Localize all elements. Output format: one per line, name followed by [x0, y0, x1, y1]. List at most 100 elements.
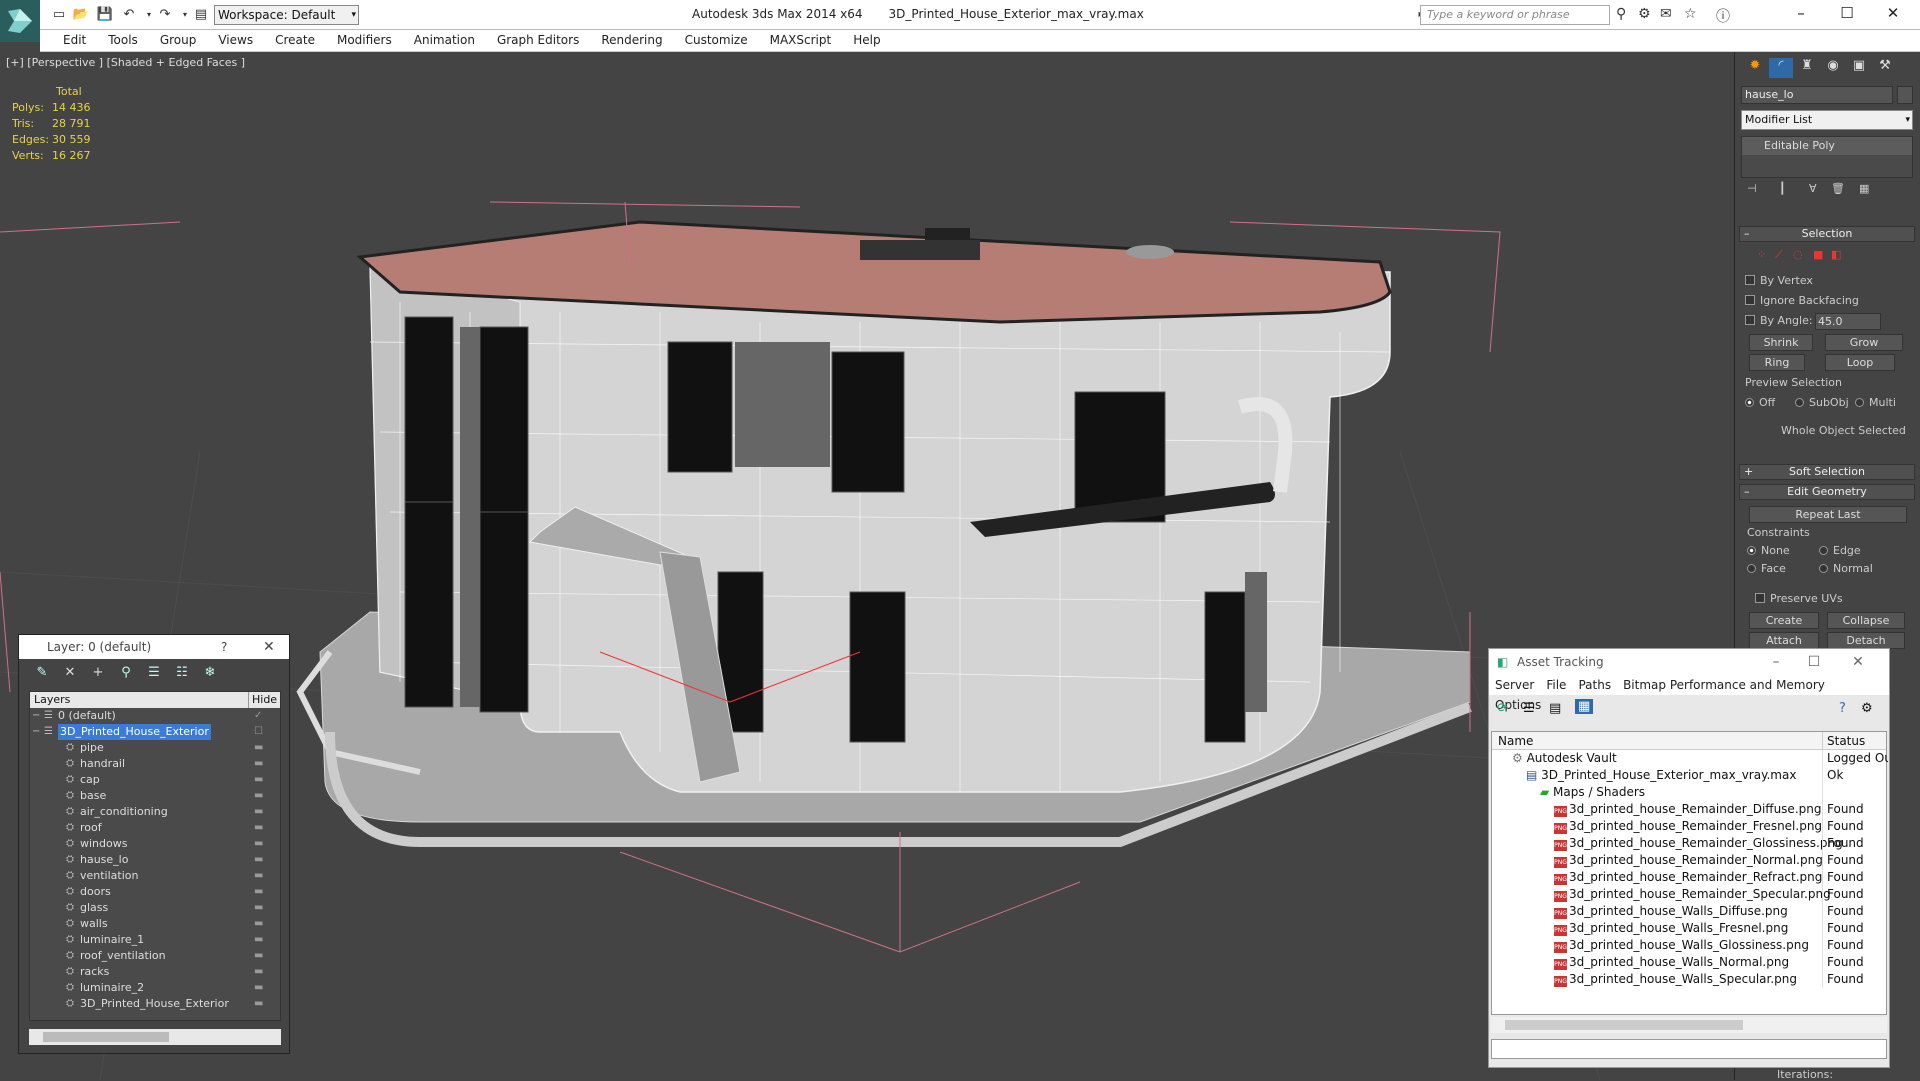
layer-row[interactable]: ⛭ glass ▬ — [30, 900, 280, 916]
detach-button[interactable]: Detach — [1827, 632, 1905, 649]
hide-toggle[interactable]: ▬ — [254, 868, 263, 884]
preserve-uvs-checkbox[interactable]: Preserve UVs — [1755, 592, 1843, 605]
minimize-button[interactable]: – — [1761, 649, 1791, 675]
remove-modifier-icon[interactable]: 🗑 — [1831, 182, 1845, 195]
layer-row[interactable]: ⛭ luminaire_2 ▬ — [30, 980, 280, 996]
angle-spinner[interactable]: 45.0 — [1815, 313, 1881, 330]
viewport-label[interactable]: [+] [Perspective ] [Shaded + Edged Faces… — [6, 56, 245, 69]
freeze-all-icon[interactable]: ❄ — [201, 665, 219, 683]
scroll-thumb[interactable] — [43, 1032, 169, 1042]
configure-sets-icon[interactable]: ▦ — [1859, 182, 1869, 195]
help-icon[interactable]: ? — [1839, 701, 1846, 716]
asset-row[interactable]: PNG 3d_printed_house_Walls_Fresnel.png Fou… — [1492, 920, 1886, 937]
new-file-icon[interactable]: ▭ — [50, 6, 68, 24]
layer-row[interactable]: ⛭ base ▬ — [30, 788, 280, 804]
layer-row[interactable]: ⛭ handrail ▬ — [30, 756, 280, 772]
edge-subobj-icon[interactable]: ⟋ — [1775, 248, 1783, 262]
workspace-select[interactable]: Workspace: Default ▾ — [214, 5, 359, 25]
asset-row[interactable]: PNG 3d_printed_house_Walls_Glossiness.png… — [1492, 937, 1886, 954]
maximize-button[interactable]: ☐ — [1799, 649, 1829, 675]
subscription-icon[interactable]: ⚙ — [1638, 6, 1651, 22]
menu-group[interactable]: Group — [149, 30, 208, 50]
hide-toggle[interactable]: ▬ — [254, 964, 263, 980]
help-icon[interactable]: ⓘ — [1716, 6, 1730, 26]
name-column-header[interactable]: Name — [1498, 732, 1533, 750]
hide-toggle[interactable]: ▬ — [254, 900, 263, 916]
collapse-icon[interactable]: − — [32, 708, 40, 724]
hide-toggle[interactable]: ▬ — [254, 740, 263, 756]
create-button[interactable]: Create — [1749, 612, 1819, 629]
minimize-button[interactable]: – — [1778, 0, 1824, 28]
grow-button[interactable]: Grow — [1825, 334, 1903, 351]
layers-column-header[interactable]: Layers — [30, 693, 70, 706]
create-tab-icon[interactable]: ✹ — [1743, 58, 1767, 78]
asset-row[interactable]: PNG 3d_printed_house_Remainder_Glossiness… — [1492, 835, 1886, 852]
hide-toggle[interactable]: ▬ — [254, 756, 263, 772]
menu-help[interactable]: Help — [842, 30, 891, 50]
close-button[interactable]: ✕ — [1843, 649, 1873, 675]
layer-row[interactable]: ⛭ air_conditioning ▬ — [30, 804, 280, 820]
add-to-layer-icon[interactable]: + — [89, 665, 107, 683]
asset-menu-server[interactable]: Server — [1489, 675, 1540, 695]
layer-horizontal-scrollbar[interactable] — [29, 1029, 281, 1045]
layer-window-title[interactable]: Layer: 0 (default) ? ✕ — [19, 635, 289, 659]
undo-icon[interactable]: ↶ — [120, 6, 138, 24]
repeat-last-button[interactable]: Repeat Last — [1749, 506, 1907, 523]
layer-row[interactable]: ⛭ roof_ventilation ▬ — [30, 948, 280, 964]
app-logo-icon[interactable] — [0, 0, 40, 42]
asset-row[interactable]: PNG 3d_printed_house_Remainder_Diffuse.pn… — [1492, 801, 1886, 818]
asset-row[interactable]: PNG 3d_printed_house_Walls_Diffuse.png Fou… — [1492, 903, 1886, 920]
hierarchy-tab-icon[interactable]: ♜ — [1795, 58, 1819, 78]
motion-tab-icon[interactable]: ◉ — [1821, 58, 1845, 78]
close-button[interactable]: ✕ — [1870, 0, 1916, 28]
layer-row[interactable]: ⛭ roof ▬ — [30, 820, 280, 836]
asset-window-title[interactable]: ◧ Asset Tracking – ☐ ✕ — [1489, 649, 1889, 675]
help-icon[interactable]: ? — [221, 635, 227, 659]
ring-button[interactable]: Ring — [1749, 354, 1805, 371]
menu-tools[interactable]: Tools — [97, 30, 149, 50]
layer-row[interactable]: ⛭ pipe ▬ — [30, 740, 280, 756]
menu-animation[interactable]: Animation — [403, 30, 486, 50]
project-folder-icon[interactable]: ▤ — [192, 6, 210, 24]
hide-toggle[interactable]: ▬ — [254, 820, 263, 836]
delete-layer-icon[interactable]: ✕ — [61, 665, 79, 683]
constraint-none-radio[interactable]: None — [1747, 544, 1790, 557]
layer-row[interactable]: ⛭ luminaire_1 ▬ — [30, 932, 280, 948]
select-objects-icon[interactable]: ⚲ — [117, 665, 135, 683]
layer-row[interactable]: ⛭ racks ▬ — [30, 964, 280, 980]
layer-row[interactable]: ⛭ hause_lo ▬ — [30, 852, 280, 868]
selection-rollout[interactable]: – Selection — [1739, 226, 1915, 242]
scroll-thumb[interactable] — [1505, 1020, 1743, 1030]
asset-menu-paths[interactable]: Paths — [1572, 675, 1617, 695]
shrink-button[interactable]: Shrink — [1749, 334, 1813, 351]
by-angle-checkbox[interactable]: By Angle: — [1745, 314, 1813, 327]
collapse-icon[interactable]: − — [32, 724, 40, 740]
layer-row[interactable]: ⛭ walls ▬ — [30, 916, 280, 932]
asset-row[interactable]: ▰ Maps / Shaders — [1492, 784, 1886, 801]
hide-toggle[interactable]: ▬ — [254, 804, 263, 820]
redo-icon[interactable]: ↷ — [156, 6, 174, 24]
communication-icon[interactable]: ✉ — [1660, 6, 1672, 22]
maximize-button[interactable]: ☐ — [1824, 0, 1870, 28]
hide-column-header[interactable]: Hide — [248, 692, 282, 708]
vault-icon[interactable]: ⚙ — [1861, 701, 1873, 716]
ignore-backfacing-checkbox[interactable]: Ignore Backfacing — [1745, 294, 1859, 307]
layer-row[interactable]: ⛭ doors ▬ — [30, 884, 280, 900]
attach-button[interactable]: Attach — [1749, 632, 1819, 649]
menu-modifiers[interactable]: Modifiers — [326, 30, 403, 50]
search-input[interactable]: Type a keyword or phrase — [1420, 5, 1610, 25]
hide-toggle[interactable]: ▬ — [254, 852, 263, 868]
modifier-stack[interactable]: Editable Poly — [1741, 136, 1913, 178]
list-view-icon[interactable]: ☰ — [1523, 701, 1535, 716]
polygon-subobj-icon[interactable]: ■ — [1813, 248, 1823, 261]
close-icon[interactable]: ✕ — [263, 635, 275, 659]
thumbnail-view-icon[interactable]: ▤ — [1549, 701, 1561, 716]
asset-menu-file[interactable]: File — [1540, 675, 1572, 695]
vertex-subobj-icon[interactable]: ⁘ — [1757, 248, 1766, 261]
asset-row[interactable]: PNG 3d_printed_house_Remainder_Specular.p… — [1492, 886, 1886, 903]
layer-row[interactable]: ☰ 0 (default) ✓ − — [30, 708, 280, 724]
hide-toggle[interactable]: ▬ — [254, 980, 263, 996]
preview-multi-radio[interactable]: Multi — [1855, 396, 1896, 409]
hide-toggle[interactable]: ☐ — [254, 724, 263, 740]
status-column-header[interactable]: Status — [1822, 732, 1865, 750]
